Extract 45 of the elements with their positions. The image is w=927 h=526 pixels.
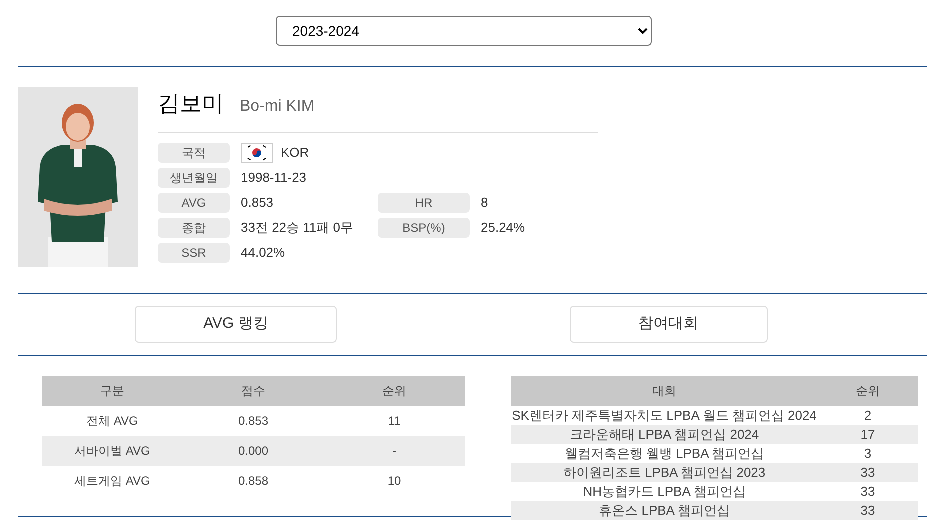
table-cell-text: 서바이벌 AVG: [74, 443, 152, 459]
table-cell-text: 0.858: [237, 473, 270, 489]
table-cell-text: -: [392, 443, 398, 459]
table-cell-text: SK렌터카 제주특별자치도 LPBA 월드 챔피언십 2024: [511, 407, 818, 425]
table-cell-text: 33: [860, 502, 876, 520]
table-cell-text: 웰컴저축은행 웰뱅 LPBA 챔피언십: [564, 445, 766, 463]
table-cell-text: 전체 AVG: [86, 413, 140, 429]
info-label: 생년월일: [158, 168, 230, 188]
info-value: 1998-11-23: [241, 169, 307, 188]
column-header: 대회: [652, 383, 678, 399]
table-cell-text: 3: [863, 445, 873, 463]
info-label: 국적: [158, 143, 230, 163]
table-cell-text: 0.853: [237, 413, 270, 429]
tab-button[interactable]: AVG 랭킹: [135, 306, 337, 343]
info-value: 0.853: [241, 194, 274, 212]
table-cell-text: 10: [386, 473, 402, 489]
table-cell-text: NH농협카드 LPBA 챔피언십: [582, 483, 747, 501]
season-select[interactable]: 2023-2024: [276, 16, 652, 46]
table-cell-text: 하이원리조트 LPBA 챔피언십 2023: [562, 464, 767, 482]
info-label: 종합: [158, 218, 230, 238]
player-name: 김보미: [158, 90, 224, 118]
table-cell-text: 휴온스 LPBA 챔피언십: [598, 502, 731, 520]
info-value: 8: [481, 194, 488, 212]
column-header: 구분: [100, 383, 126, 399]
column-header: 순위: [855, 383, 881, 399]
info-label: HR: [378, 193, 470, 213]
table-cell-text: 2: [863, 407, 873, 425]
player-name-english: Bo-mi KIM: [240, 97, 315, 117]
table-cell-text: 크라운해태 LPBA 챔피언십 2024: [568, 426, 760, 444]
info-label: SSR: [158, 243, 230, 263]
info-value: 25.24%: [481, 219, 526, 238]
column-header: 점수: [240, 383, 266, 399]
table-cell-text: 33: [860, 483, 876, 501]
table-cell-text: 세트게임 AVG: [74, 473, 152, 489]
tab-button[interactable]: 참여대회: [570, 306, 768, 343]
info-label: BSP(%): [378, 218, 470, 238]
info-value: 33전 22승 11패 0무: [241, 219, 354, 238]
info-value: 44.02%: [241, 244, 286, 262]
table-cell-text: 0.000: [237, 443, 270, 459]
table-cell-text: 17: [860, 426, 876, 444]
column-header: 순위: [382, 383, 408, 399]
info-value: KOR: [281, 144, 310, 162]
info-label: AVG: [158, 193, 230, 213]
table-cell-text: 33: [860, 464, 876, 482]
table-cell-text: 11: [387, 413, 402, 429]
